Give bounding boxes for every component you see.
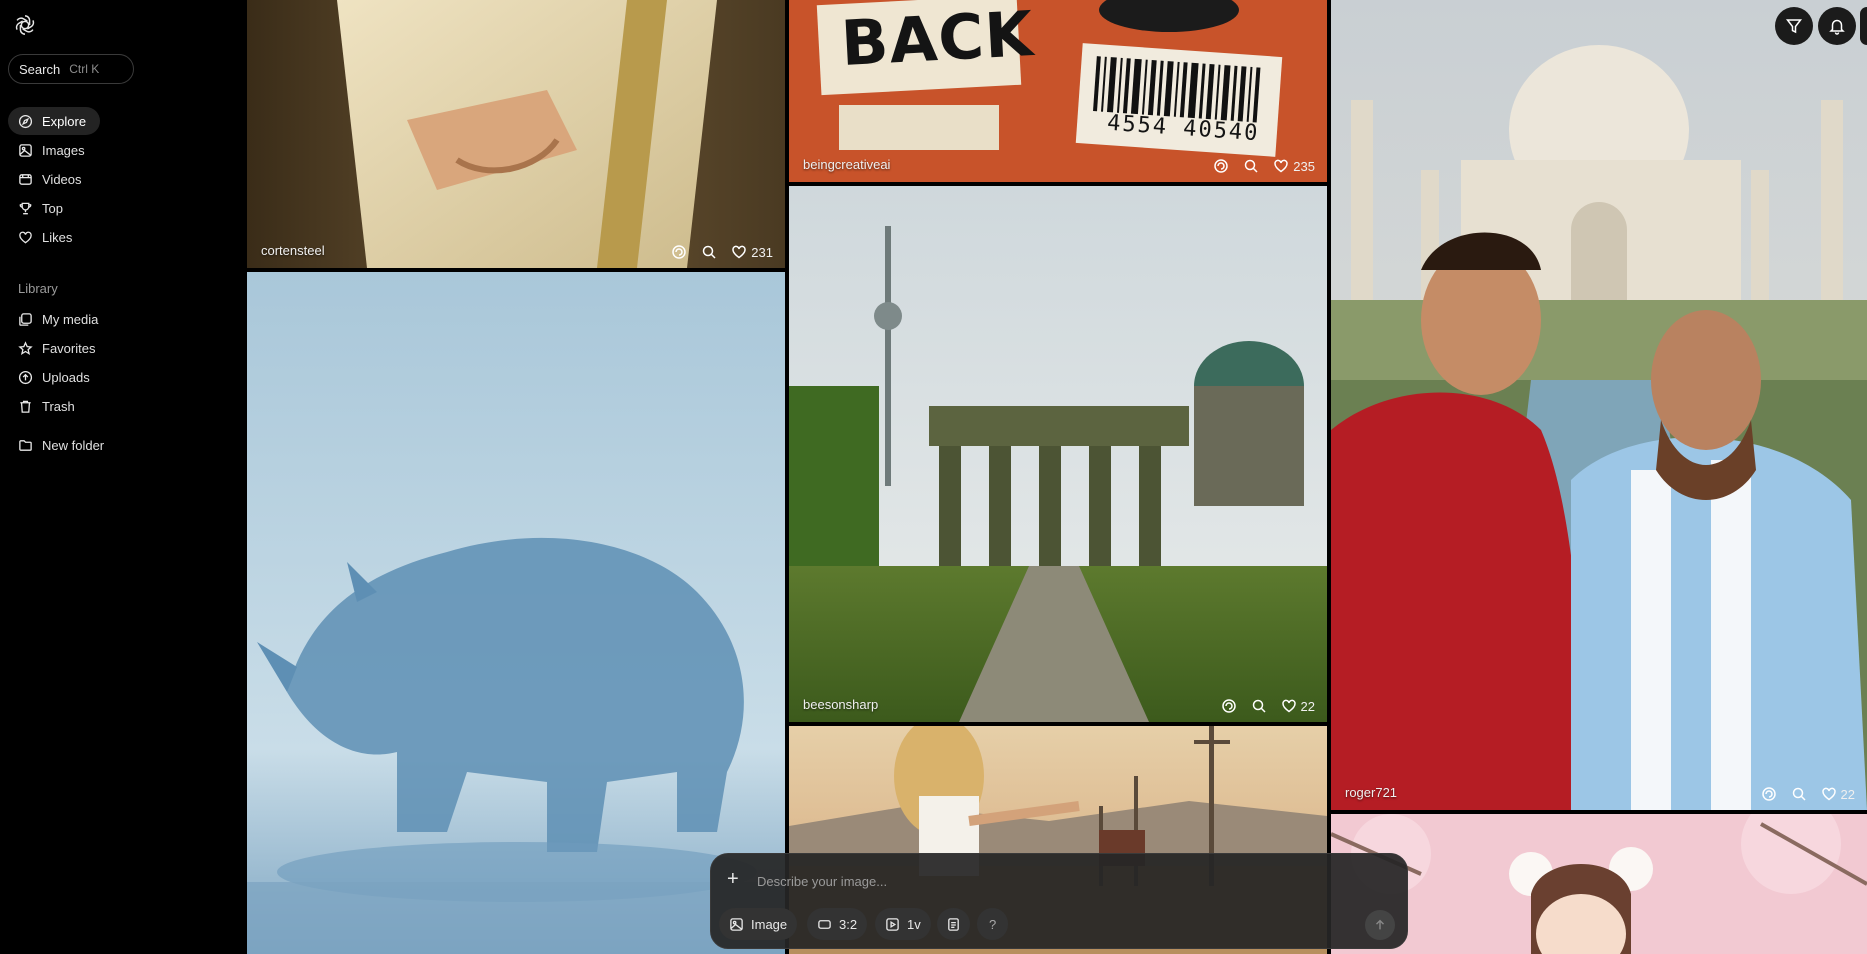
filter-icon xyxy=(1785,19,1803,34)
help-label: ? xyxy=(989,916,997,932)
tile-image xyxy=(789,186,1327,722)
filter-button[interactable] xyxy=(1775,7,1813,45)
sidebar-item-favorites[interactable]: Favorites xyxy=(8,334,100,362)
tile-actions: 22 xyxy=(1761,786,1855,802)
gallery-tile[interactable]: roger721 22 xyxy=(1331,0,1867,810)
image-icon xyxy=(19,143,32,157)
tile-username[interactable]: beesonsharp xyxy=(803,697,878,712)
tile-username[interactable]: cortensteel xyxy=(261,243,325,258)
document-icon xyxy=(948,917,959,931)
sidebar-item-label: Explore xyxy=(42,113,87,129)
like-button[interactable]: 235 xyxy=(1273,158,1315,174)
tile-image xyxy=(247,0,785,268)
tile-image xyxy=(1331,0,1867,810)
aspect-ratio-button[interactable]: 3:2 xyxy=(807,908,868,940)
poster-text: BACK xyxy=(839,0,1036,80)
aspect-label: 3:2 xyxy=(839,916,858,932)
sidebar-item-top[interactable]: Top xyxy=(8,194,100,222)
tile-actions: 231 xyxy=(671,244,773,260)
compass-icon xyxy=(18,114,33,128)
tile-actions: 22 xyxy=(1221,698,1315,714)
remix-icon[interactable] xyxy=(1761,786,1777,802)
like-count: 22 xyxy=(1840,786,1855,802)
sidebar-item-label: Images xyxy=(42,142,85,158)
help-button[interactable]: ? xyxy=(977,908,1009,940)
prompt-composer: + Describe your image... Image 3:2 1v ? xyxy=(710,853,1408,949)
search-button[interactable]: Search Ctrl K xyxy=(8,54,134,84)
gallery-tile[interactable]: BACK 4554 40540 beingcreativeai 235 xyxy=(789,0,1327,182)
remix-icon[interactable] xyxy=(1221,698,1237,714)
tile-image xyxy=(1331,814,1867,954)
profile-button[interactable] xyxy=(1860,7,1867,45)
star-icon xyxy=(18,340,33,355)
sidebar-item-my-media[interactable]: My media xyxy=(8,305,100,333)
zoom-icon[interactable] xyxy=(1243,158,1259,174)
heart-icon xyxy=(19,231,32,243)
search-shortcut: Ctrl K xyxy=(69,62,100,76)
zoom-icon[interactable] xyxy=(1251,698,1267,714)
like-count: 231 xyxy=(751,244,773,260)
remix-icon[interactable] xyxy=(671,244,687,260)
sidebar-item-label: New folder xyxy=(42,437,105,453)
like-button[interactable]: 22 xyxy=(1821,786,1855,802)
prompt-input[interactable]: Describe your image... xyxy=(757,874,887,889)
bell-icon xyxy=(1829,19,1845,35)
tile-actions: 235 xyxy=(1213,158,1315,174)
tile-image xyxy=(247,272,785,954)
sidebar-item-label: Likes xyxy=(42,229,73,245)
sidebar-item-label: Trash xyxy=(42,398,75,414)
like-button[interactable]: 22 xyxy=(1281,698,1315,714)
gallery-tile[interactable] xyxy=(247,272,785,954)
sidebar-item-uploads[interactable]: Uploads xyxy=(8,363,100,391)
arrow-up-icon xyxy=(1376,919,1384,930)
sidebar-item-label: Favorites xyxy=(42,340,96,356)
like-button[interactable]: 231 xyxy=(731,244,773,260)
play-box-icon xyxy=(886,917,899,931)
sidebar-item-label: Videos xyxy=(42,171,82,187)
heart-icon xyxy=(1281,699,1296,713)
add-attachment-button[interactable]: + xyxy=(727,868,739,891)
openai-logo-icon[interactable] xyxy=(14,14,38,38)
sidebar-item-images[interactable]: Images xyxy=(8,136,100,164)
presets-button[interactable] xyxy=(937,908,970,940)
heart-icon xyxy=(1821,787,1836,801)
new-folder-button[interactable]: New folder xyxy=(8,431,118,459)
sidebar-item-label: My media xyxy=(42,311,99,327)
tile-username[interactable]: roger721 xyxy=(1345,785,1397,800)
aspect-ratio-icon xyxy=(818,919,831,929)
sidebar-item-trash[interactable]: Trash xyxy=(8,392,100,420)
media-icon xyxy=(19,312,32,326)
sidebar-item-videos[interactable]: Videos xyxy=(8,165,100,193)
sidebar: Search Ctrl K Explore Images Videos Top … xyxy=(0,0,247,954)
zoom-icon[interactable] xyxy=(1791,786,1807,802)
folder-plus-icon xyxy=(19,439,32,451)
sidebar-item-label: Top xyxy=(42,200,63,216)
upload-icon xyxy=(18,370,33,384)
like-count: 22 xyxy=(1300,698,1315,714)
send-button[interactable] xyxy=(1365,910,1395,940)
gallery-tile[interactable] xyxy=(1331,814,1867,954)
remix-icon[interactable] xyxy=(1213,158,1229,174)
library-heading: Library xyxy=(18,281,58,296)
variations-button[interactable]: 1v xyxy=(875,908,931,940)
tile-username[interactable]: beingcreativeai xyxy=(803,157,890,172)
trash-icon xyxy=(20,400,31,413)
gallery-tile[interactable]: beesonsharp 22 xyxy=(789,186,1327,722)
mode-label: Image xyxy=(751,916,788,932)
image-icon xyxy=(730,917,743,931)
video-icon xyxy=(19,173,32,185)
heart-icon xyxy=(1274,159,1289,173)
search-label: Search xyxy=(19,61,61,77)
heart-icon xyxy=(732,245,747,259)
trophy-icon xyxy=(19,202,32,214)
sidebar-item-likes[interactable]: Likes xyxy=(8,223,100,251)
notifications-button[interactable] xyxy=(1818,7,1856,45)
zoom-icon[interactable] xyxy=(701,244,717,260)
sidebar-item-label: Uploads xyxy=(42,369,90,385)
mode-select-button[interactable]: Image xyxy=(719,908,798,940)
sidebar-item-explore[interactable]: Explore xyxy=(8,107,100,135)
gallery-tile[interactable]: cortensteel 231 xyxy=(247,0,785,268)
variations-label: 1v xyxy=(907,916,921,932)
like-count: 235 xyxy=(1293,158,1315,174)
